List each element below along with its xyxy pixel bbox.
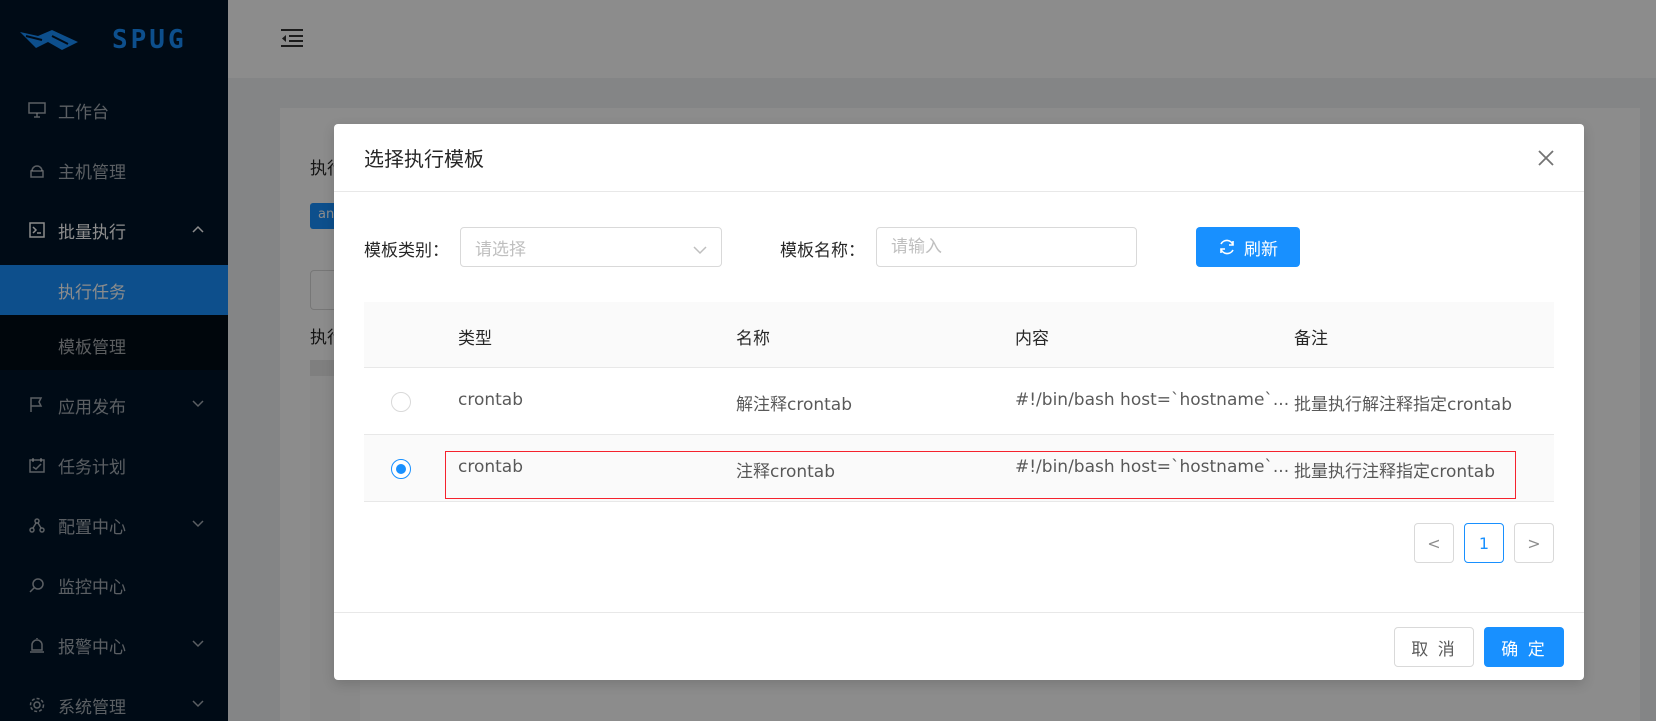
row-radio[interactable] bbox=[391, 392, 411, 412]
cancel-button[interactable]: 取 消 bbox=[1394, 627, 1474, 667]
template-name-label: 模板名称： bbox=[780, 241, 865, 261]
modal-title: 选择执行模板 bbox=[364, 147, 484, 171]
ok-button[interactable]: 确 定 bbox=[1484, 627, 1564, 667]
refresh-button[interactable]: 刷新 bbox=[1196, 227, 1300, 267]
column-header-type: 类型 bbox=[458, 329, 492, 349]
close-icon[interactable] bbox=[1534, 146, 1558, 170]
cell-type: crontab bbox=[458, 390, 524, 410]
column-header-remark: 备注 bbox=[1294, 329, 1328, 349]
chevron-down-icon bbox=[693, 240, 707, 260]
modal-header: 选择执行模板 bbox=[334, 124, 1584, 192]
cancel-label: 取 消 bbox=[1411, 639, 1457, 660]
refresh-label: 刷新 bbox=[1244, 239, 1278, 260]
cell-name: 解注释crontab bbox=[736, 395, 853, 415]
ok-label: 确 定 bbox=[1501, 639, 1547, 660]
template-type-label: 模板类别： bbox=[364, 241, 449, 261]
table-header: 类型 名称 内容 备注 bbox=[364, 302, 1554, 368]
pagination-page-1[interactable]: 1 bbox=[1464, 523, 1504, 563]
template-type-select[interactable]: 请选择 bbox=[460, 227, 722, 267]
pagination-next[interactable]: > bbox=[1514, 523, 1554, 563]
chevron-left-icon: < bbox=[1427, 533, 1441, 553]
column-header-name: 名称 bbox=[736, 329, 770, 349]
table-row[interactable]: crontab 解注释crontab #!/bin/bash host=`hos… bbox=[364, 368, 1554, 435]
select-placeholder: 请选择 bbox=[475, 239, 526, 260]
pagination-prev[interactable]: < bbox=[1414, 523, 1454, 563]
page-number: 1 bbox=[1478, 533, 1490, 553]
cell-remark: 批量执行解注释指定crontab bbox=[1294, 395, 1513, 415]
row-radio[interactable] bbox=[391, 459, 411, 479]
template-name-input[interactable] bbox=[876, 227, 1137, 267]
column-header-content: 内容 bbox=[1015, 329, 1049, 349]
selection-highlight bbox=[445, 451, 1516, 499]
cell-content: #!/bin/bash host=`hostname`... bbox=[1015, 390, 1290, 410]
sync-icon bbox=[1220, 239, 1234, 255]
chevron-right-icon: > bbox=[1527, 533, 1541, 553]
